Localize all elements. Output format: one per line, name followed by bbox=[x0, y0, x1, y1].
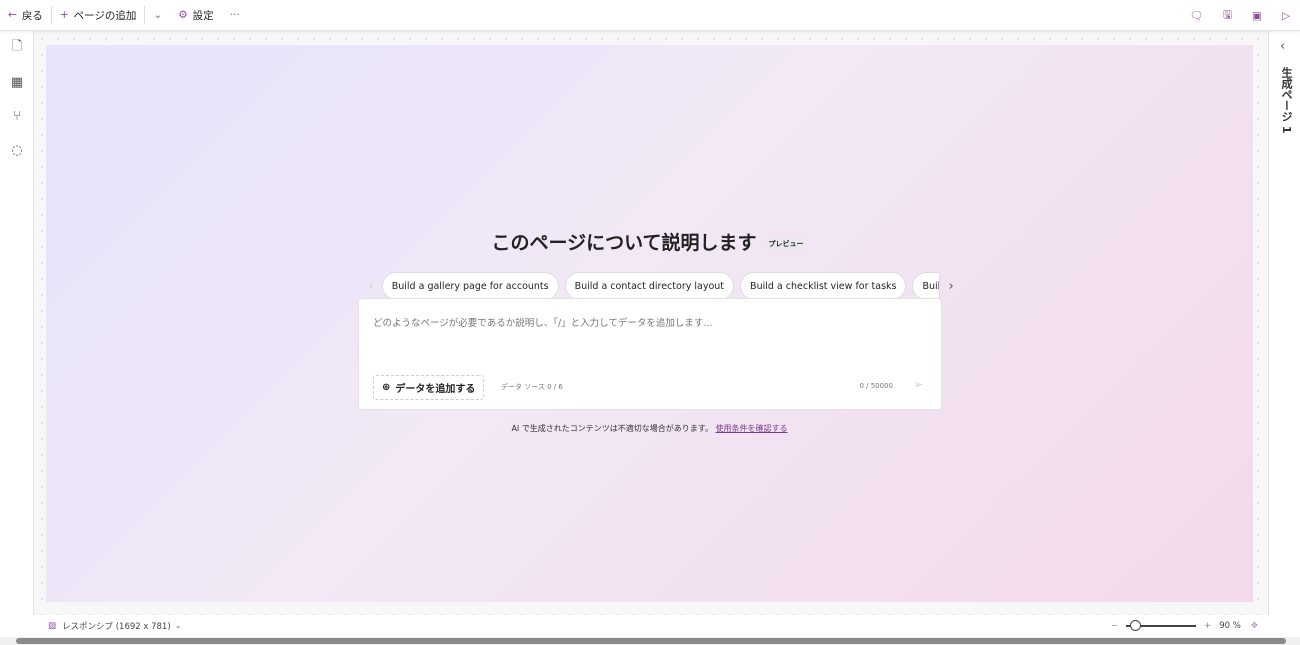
zoom-out-button[interactable]: − bbox=[1111, 621, 1118, 631]
save-icon: 🖫 bbox=[1223, 8, 1232, 21]
save-button[interactable]: 🖫 bbox=[1213, 0, 1242, 31]
responsive-icon: ▨ bbox=[48, 621, 57, 631]
arrow-left-icon: ← bbox=[8, 9, 17, 21]
suggestion-chip[interactable]: Build a contact directory layout bbox=[564, 272, 735, 300]
char-count: 0 / 50000 bbox=[859, 382, 893, 390]
chevron-down-icon: ⌄ bbox=[153, 9, 163, 21]
suggestion-chip[interactable]: Build a gallery page for accounts bbox=[381, 272, 559, 300]
page-name: 生成ページ 1 bbox=[1280, 67, 1293, 134]
back-button[interactable]: ← 戻る bbox=[0, 0, 51, 30]
scrollbar-thumb[interactable] bbox=[16, 638, 1286, 644]
zoom-level: 90 % bbox=[1219, 621, 1241, 631]
send-icon[interactable]: ➢ bbox=[914, 378, 923, 391]
data-source-count: データ ソース 0 / 6 bbox=[501, 383, 563, 391]
add-page-button[interactable]: + ページの追加 bbox=[52, 0, 145, 30]
comment-icon: 🗨 bbox=[1189, 10, 1204, 22]
plus-circle-icon: ⊕ bbox=[382, 382, 391, 393]
add-page-dropdown[interactable]: ⌄ bbox=[145, 0, 170, 30]
right-panel: ‹ 生成ページ 1 bbox=[1268, 31, 1300, 615]
layout-selector[interactable]: レスポンシブ (1692 x 781) bbox=[62, 620, 171, 632]
prompt-input[interactable]: どのようなページが必要であるか説明し、「/」と入力してデータを追加します... bbox=[373, 315, 712, 329]
toolbar: ← 戻る + ページの追加 ⌄ ⚙ 設定 ··· 🗨 🖫 ▣ ▷ bbox=[0, 0, 1300, 31]
calendar-publish-icon: ▣ bbox=[1252, 9, 1262, 22]
theme-icon[interactable]: ◌ bbox=[0, 133, 34, 167]
more-button[interactable]: ··· bbox=[222, 0, 248, 30]
branch-icon[interactable]: ⑂ bbox=[0, 99, 34, 133]
plus-icon: + bbox=[59, 9, 69, 21]
publish-button[interactable]: ▣ bbox=[1242, 0, 1272, 31]
preview-play-button[interactable]: ▷ bbox=[1272, 0, 1300, 31]
prompt-box: どのようなページが必要であるか説明し、「/」と入力してデータを追加します... … bbox=[358, 298, 942, 410]
table-icon[interactable]: ▦ bbox=[0, 65, 34, 99]
suggestion-chip[interactable]: Build a checklist view for tasks bbox=[740, 272, 907, 300]
chevron-left-icon[interactable]: ‹ bbox=[1280, 39, 1285, 54]
zoom-in-button[interactable]: + bbox=[1204, 621, 1211, 631]
zoom-slider-thumb[interactable] bbox=[1130, 620, 1142, 631]
ai-disclaimer: AI で生成されたコンテンツは不適切な場合があります。 使用条件を確認する bbox=[511, 424, 788, 433]
canvas: このページについて説明します プレビュー ‹ Build a gallery pa… bbox=[34, 31, 1268, 615]
chevron-left-icon[interactable]: ‹ bbox=[366, 279, 376, 294]
zoom-slider[interactable] bbox=[1126, 620, 1197, 631]
fit-icon[interactable]: ✥ bbox=[1251, 621, 1258, 631]
suggestion-carousel: ‹ Build a gallery page for accounts Buil… bbox=[366, 271, 956, 301]
gear-icon: ⚙ bbox=[178, 9, 188, 21]
add-data-button[interactable]: ⊕ データを追加する bbox=[373, 375, 485, 400]
play-icon: ▷ bbox=[1281, 9, 1290, 22]
horizontal-scrollbar[interactable] bbox=[0, 637, 1300, 645]
status-bar: ▨ レスポンシブ (1692 x 781) ⌄ − + 90 % ✥ bbox=[34, 615, 1268, 637]
pages-icon[interactable]: 🗋 bbox=[0, 31, 34, 65]
page-title: このページについて説明します プレビュー bbox=[46, 228, 1253, 255]
chevron-right-icon[interactable]: › bbox=[946, 279, 956, 294]
comment-button[interactable]: 🗨 bbox=[1180, 0, 1213, 31]
left-rail: 🗋 ▦ ⑂ ◌ bbox=[0, 31, 34, 615]
settings-button[interactable]: ⚙ 設定 bbox=[170, 0, 221, 30]
terms-link[interactable]: 使用条件を確認する bbox=[716, 424, 788, 433]
chevron-down-icon[interactable]: ⌄ bbox=[175, 621, 182, 631]
suggestion-chip[interactable]: Build . bbox=[912, 272, 941, 300]
generation-panel: このページについて説明します プレビュー ‹ Build a gallery pa… bbox=[46, 45, 1253, 602]
preview-badge: プレビュー bbox=[764, 237, 808, 250]
